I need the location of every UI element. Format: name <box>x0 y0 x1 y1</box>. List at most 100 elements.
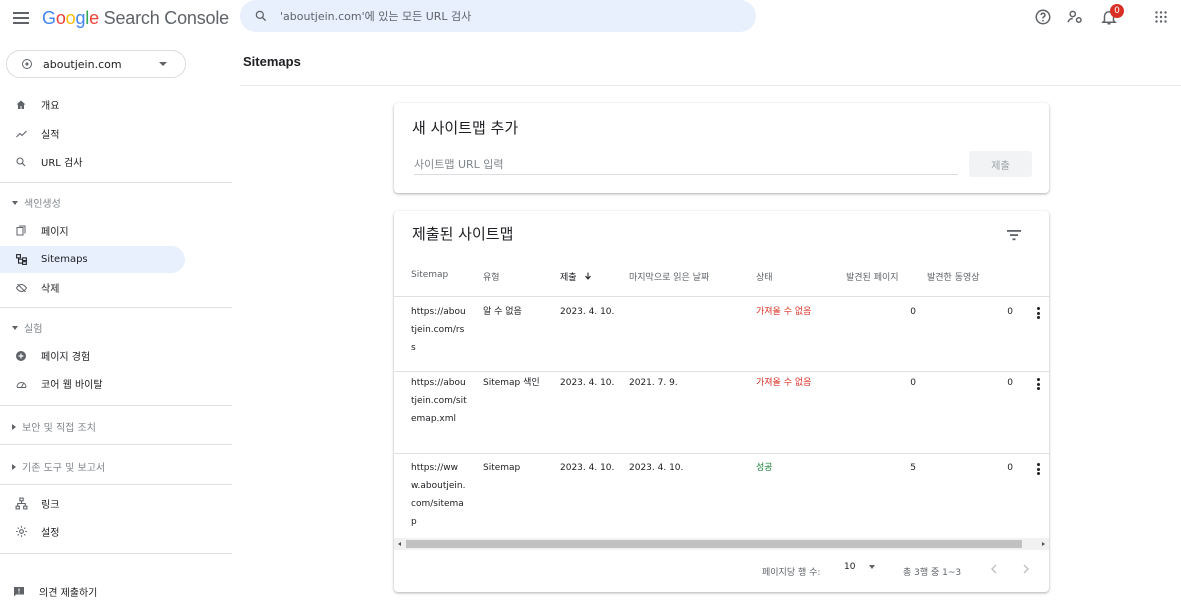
rows-per-page-label: 페이지당 행 수: <box>762 568 821 578</box>
next-page-icon[interactable] <box>1020 562 1032 576</box>
sidebar-item-label: 링크 <box>41 500 60 511</box>
sitemap-url-input[interactable] <box>414 155 958 175</box>
sidebar-item-pages[interactable]: 페이지 <box>0 217 185 244</box>
settings-icon <box>15 526 27 537</box>
more-vert-icon[interactable] <box>1034 462 1042 476</box>
speed-gauge-icon <box>16 381 26 388</box>
table-row[interactable]: https://aboutjein.com/rss 알 수 없음 2023. 4… <box>394 303 1049 369</box>
column-header-status[interactable]: 상태 <box>756 270 773 283</box>
send-feedback-button[interactable]: 의견 제출하기 <box>13 584 97 599</box>
table-row[interactable]: https://aboutjein.com/sitemap.xml Sitema… <box>394 371 1049 453</box>
rows-per-page-select[interactable]: 10 <box>844 562 876 572</box>
logo-letter: e <box>89 8 99 28</box>
column-header-label: 제출 <box>560 273 577 283</box>
apps-grid-icon[interactable] <box>1152 8 1170 26</box>
help-icon[interactable] <box>1034 8 1052 26</box>
add-sitemap-title: 새 사이트맵 추가 <box>412 119 519 137</box>
section-label: 색인생성 <box>24 199 61 210</box>
sitemap-status: 성공 <box>756 463 773 473</box>
manage-users-icon[interactable] <box>1066 8 1084 26</box>
scrollbar-thumb[interactable] <box>406 540 1022 548</box>
chevron-down-icon <box>12 200 18 205</box>
column-header-last-read[interactable]: 마지막으로 읽은 날짜 <box>629 270 709 283</box>
sidebar-item-label: 페이지 경험 <box>41 352 91 363</box>
trending-up-icon <box>15 130 27 137</box>
submit-sitemap-button[interactable]: 제출 <box>969 151 1032 177</box>
sitemap-discovered-pages: 0 <box>910 378 916 388</box>
previous-page-icon[interactable] <box>988 562 1000 576</box>
links-icon <box>15 497 27 510</box>
sidebar-item-label: 설정 <box>41 528 60 539</box>
sidebar-item-links[interactable]: 링크 <box>0 490 185 517</box>
sitemap-submitted-date: 2023. 4. 10. <box>560 307 615 317</box>
sidebar-item-label: 페이지 <box>41 227 69 238</box>
sidebar-item-performance[interactable]: 실적 <box>0 120 185 147</box>
sidebar-item-label: Sitemaps <box>41 254 88 265</box>
chevron-right-icon <box>12 463 16 470</box>
sidebar-item-removals[interactable]: 삭제 <box>0 274 185 301</box>
filter-icon[interactable] <box>1004 227 1024 243</box>
column-header-submitted[interactable]: 제출 <box>560 270 593 283</box>
sidebar-section-legacy[interactable]: 기존 도구 및 보고서 <box>12 459 105 474</box>
header-divider <box>240 85 1181 86</box>
add-circle-icon <box>16 350 26 361</box>
column-header-discovered-videos[interactable]: 발견한 동영상 <box>927 270 980 283</box>
sitemap-last-read: 2021. 7. 9. <box>629 378 678 388</box>
sidebar-section-experience[interactable]: 실험 <box>12 320 42 335</box>
notification-count-badge: 0 <box>1110 4 1124 18</box>
scroll-left-arrow-icon[interactable] <box>398 542 401 546</box>
chevron-right-icon <box>12 423 16 430</box>
sidebar-divider <box>0 444 232 445</box>
more-vert-icon[interactable] <box>1034 377 1042 391</box>
sitemap-url[interactable]: https://www.aboutjein.com/sitemap <box>411 459 467 531</box>
sitemap-status: 가져올 수 없음 <box>756 378 812 388</box>
column-header-type[interactable]: 유형 <box>483 270 500 283</box>
top-app-bar: Google Search Console 0 <box>0 0 1181 36</box>
sidebar-divider <box>0 405 232 406</box>
section-label: 실험 <box>24 324 43 335</box>
table-row[interactable]: https://www.aboutjein.com/sitemap Sitema… <box>394 453 1049 533</box>
property-name: aboutjein.com <box>43 57 122 71</box>
chevron-down-icon <box>869 565 876 569</box>
sitemap-url[interactable]: https://aboutjein.com/sitemap.xml <box>411 374 467 428</box>
sidebar-item-label: 개요 <box>41 101 60 112</box>
add-sitemap-card: 새 사이트맵 추가 제출 <box>394 103 1049 193</box>
sidebar-item-page-experience[interactable]: 페이지 경험 <box>0 342 185 369</box>
sidebar-nav: aboutjein.com 개요 실적 URL 검사 색인생성 페이지 Site… <box>0 36 240 608</box>
sidebar-item-overview[interactable]: 개요 <box>0 91 185 118</box>
search-icon <box>16 156 26 166</box>
pages-icon <box>16 225 26 236</box>
sidebar-divider <box>0 182 232 183</box>
logo-letter: g <box>75 8 86 28</box>
url-inspect-input[interactable] <box>280 9 740 23</box>
sidebar-section-security[interactable]: 보안 및 직접 조치 <box>12 419 96 434</box>
sidebar-divider <box>0 307 232 308</box>
sidebar-item-core-web-vitals[interactable]: 코어 웹 바이탈 <box>0 370 185 397</box>
sitemap-submitted-date: 2023. 4. 10. <box>560 378 615 388</box>
chevron-down-icon <box>159 62 167 66</box>
sitemap-url[interactable]: https://aboutjein.com/rss <box>411 303 467 357</box>
scroll-right-arrow-icon[interactable] <box>1042 542 1045 546</box>
column-header-sitemap[interactable]: Sitemap <box>411 270 448 280</box>
logo-product-name: Search Console <box>98 8 229 28</box>
feedback-label: 의견 제출하기 <box>39 588 98 599</box>
app-logo[interactable]: Google Search Console <box>42 8 229 29</box>
sidebar-item-settings[interactable]: 설정 <box>0 518 185 545</box>
sitemap-last-read: 2023. 4. 10. <box>629 463 684 473</box>
hamburger-menu-icon[interactable] <box>12 9 30 27</box>
submitted-sitemaps-title: 제출된 사이트맵 <box>412 225 514 243</box>
column-header-discovered-pages[interactable]: 발견된 페이지 <box>846 270 899 283</box>
sitemap-icon <box>15 254 27 265</box>
rows-per-page-value: 10 <box>844 562 856 572</box>
sidebar-item-label: 삭제 <box>41 284 60 295</box>
chevron-down-icon <box>12 325 18 330</box>
horizontal-scrollbar[interactable] <box>394 538 1049 550</box>
url-inspect-search[interactable] <box>240 0 756 32</box>
property-selector[interactable]: aboutjein.com <box>6 50 186 78</box>
sitemap-submitted-date: 2023. 4. 10. <box>560 463 615 473</box>
sidebar-section-indexing[interactable]: 색인생성 <box>12 195 61 210</box>
sidebar-item-url-inspection[interactable]: URL 검사 <box>0 148 185 175</box>
sidebar-item-label: URL 검사 <box>41 158 83 169</box>
sidebar-item-sitemaps[interactable]: Sitemaps <box>0 246 185 273</box>
more-vert-icon[interactable] <box>1034 306 1042 320</box>
